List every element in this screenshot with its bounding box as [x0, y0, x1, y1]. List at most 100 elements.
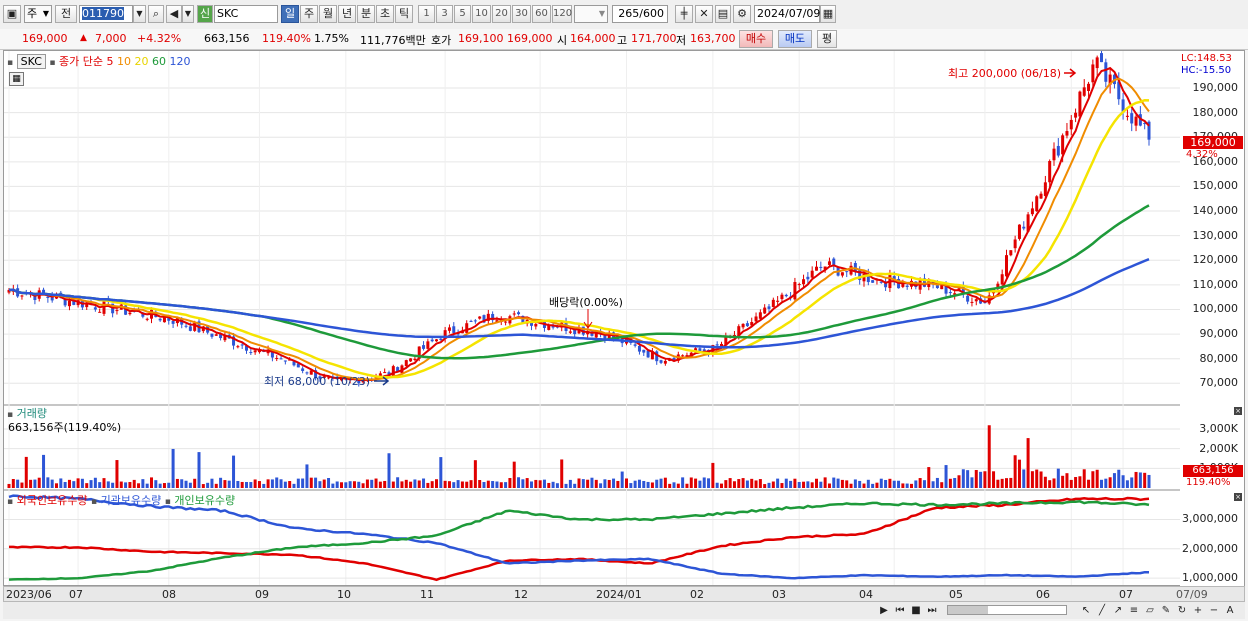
candle-body	[93, 307, 97, 310]
fib-draw-icon[interactable]: ≡	[1127, 603, 1141, 618]
save-icon[interactable]: ▤	[715, 5, 731, 23]
chart-area[interactable]: ▪ SKC ▪ 종가 단순 5 10 20 60 120 ▦ 최고 200,00…	[3, 50, 1181, 586]
tab-period-day[interactable]: 일	[281, 5, 299, 23]
volume-bar	[409, 481, 413, 488]
search-icon[interactable]: ⌕	[148, 5, 164, 23]
zoom-out-icon[interactable]: −	[1207, 603, 1221, 618]
candle-style-icon[interactable]: ╪	[675, 5, 693, 23]
zoom-in-icon[interactable]: +	[1191, 603, 1205, 618]
price-tick-label: 70,000	[1199, 376, 1239, 390]
close-icon[interactable]: ×	[1234, 407, 1242, 415]
panel-divider	[4, 489, 1180, 491]
table-icon[interactable]: ▦	[9, 72, 24, 86]
candle-body	[383, 372, 387, 374]
tick-60-button[interactable]: 60	[532, 5, 551, 23]
tab-period-second[interactable]: 초	[376, 5, 394, 23]
code-input[interactable]: 011790	[79, 5, 133, 23]
volume-ratio: 119.40%	[262, 32, 311, 45]
stop-icon[interactable]: ■	[909, 603, 923, 618]
date-label: 2024/01	[596, 588, 642, 601]
close-icon[interactable]: ×	[1234, 493, 1242, 501]
volume-bar	[29, 479, 33, 488]
volume-bar	[957, 475, 961, 488]
shape-draw-icon[interactable]: ▱	[1143, 603, 1157, 618]
scroll-right-icon[interactable]: ▶	[877, 603, 891, 618]
speaker-dropdown-icon[interactable]: ▼	[182, 5, 194, 23]
sell-button[interactable]: 매도	[778, 30, 812, 48]
volume-bar	[491, 481, 495, 488]
period-select[interactable]: 주 ▼	[24, 5, 52, 23]
calendar-icon[interactable]: ▦	[820, 5, 836, 23]
trend-draw-icon[interactable]: ↗	[1111, 603, 1125, 618]
tick-5-button[interactable]: 5	[454, 5, 471, 23]
legend-menu-icon[interactable]: ▪	[7, 58, 13, 68]
candle-body	[46, 296, 50, 298]
volume-bar	[875, 482, 879, 488]
ask-label: 호가	[431, 34, 452, 47]
tab-period-tick[interactable]: 틱	[395, 5, 413, 23]
tick-custom-select[interactable]: ▼	[574, 5, 608, 23]
buy-button[interactable]: 매수	[739, 30, 773, 48]
volume-bar	[1125, 480, 1129, 488]
text-draw-icon[interactable]: ✎	[1159, 603, 1173, 618]
stock-tag[interactable]: SKC	[16, 54, 46, 69]
legend-menu-icon[interactable]: ▪	[165, 497, 171, 507]
date-input[interactable]: 2024/07/09	[754, 5, 820, 23]
candle-body	[279, 358, 283, 360]
high-arrow-icon	[1064, 68, 1077, 78]
volume-bar	[236, 480, 240, 488]
volume-bar	[188, 482, 192, 488]
legend-menu-icon[interactable]: ▪	[7, 497, 13, 507]
legend-menu-icon[interactable]: ▪	[49, 58, 55, 68]
tab-period-year[interactable]: 년	[338, 5, 356, 23]
scroll-thumb[interactable]	[948, 606, 988, 614]
date-label: 09	[255, 588, 269, 601]
volume-bar	[1000, 478, 1004, 488]
tick-1-button[interactable]: 1	[418, 5, 435, 23]
window-menu-icon[interactable]: ▣	[3, 5, 21, 23]
turnover-rate: 1.75%	[314, 32, 349, 45]
volume-bar	[495, 481, 499, 488]
gear-icon[interactable]: ⚙	[733, 5, 751, 23]
shin-badge: 신	[197, 5, 213, 23]
stock-name-field[interactable]: SKC	[214, 5, 278, 23]
tick-120-button[interactable]: 120	[552, 5, 572, 23]
volume-bar	[452, 482, 456, 488]
crosshair-icon[interactable]: ✕	[695, 5, 713, 23]
refresh-icon[interactable]: ↻	[1175, 603, 1189, 618]
volume-bar	[206, 482, 210, 488]
volume-bar	[93, 477, 97, 488]
prev-button[interactable]: 전	[55, 5, 77, 23]
candle-body	[780, 294, 784, 300]
scroll-slider[interactable]	[947, 605, 1067, 615]
candle-body	[128, 312, 132, 315]
volume-bar	[279, 479, 283, 488]
tick-20-button[interactable]: 20	[492, 5, 511, 23]
count-input[interactable]: 265/600	[612, 5, 668, 23]
volume-bar	[141, 479, 145, 488]
period-select-value: 주	[27, 7, 38, 20]
skip-forward-icon[interactable]: ⏭	[925, 603, 939, 618]
avg-button[interactable]: 평	[817, 30, 837, 48]
holdings-tick-label: 3,000,000	[1182, 512, 1238, 526]
price-axis[interactable]: LC:148.53 HC:-15.50 190,000180,000170,00…	[1180, 50, 1245, 586]
tab-period-month[interactable]: 월	[319, 5, 337, 23]
tick-3-button[interactable]: 3	[436, 5, 453, 23]
font-size-icon[interactable]: A	[1223, 603, 1237, 618]
tab-period-minute[interactable]: 분	[357, 5, 375, 23]
price-change: 7,000	[95, 32, 127, 45]
speaker-icon[interactable]: ◀	[166, 5, 182, 23]
line-draw-icon[interactable]: ╱	[1095, 603, 1109, 618]
volume-bar	[819, 481, 823, 488]
legend-menu-icon[interactable]: ▪	[91, 497, 97, 507]
cursor-icon[interactable]: ↖	[1079, 603, 1093, 618]
date-label: 04	[859, 588, 873, 601]
code-dropdown-icon[interactable]: ▼	[133, 5, 146, 23]
candle-body	[1100, 53, 1103, 63]
tab-period-week[interactable]: 주	[300, 5, 318, 23]
candle-body	[1005, 255, 1008, 277]
skip-back-icon[interactable]: ⏮	[893, 603, 907, 618]
tick-30-button[interactable]: 30	[512, 5, 531, 23]
volume-bar	[802, 481, 806, 488]
tick-10-button[interactable]: 10	[472, 5, 491, 23]
